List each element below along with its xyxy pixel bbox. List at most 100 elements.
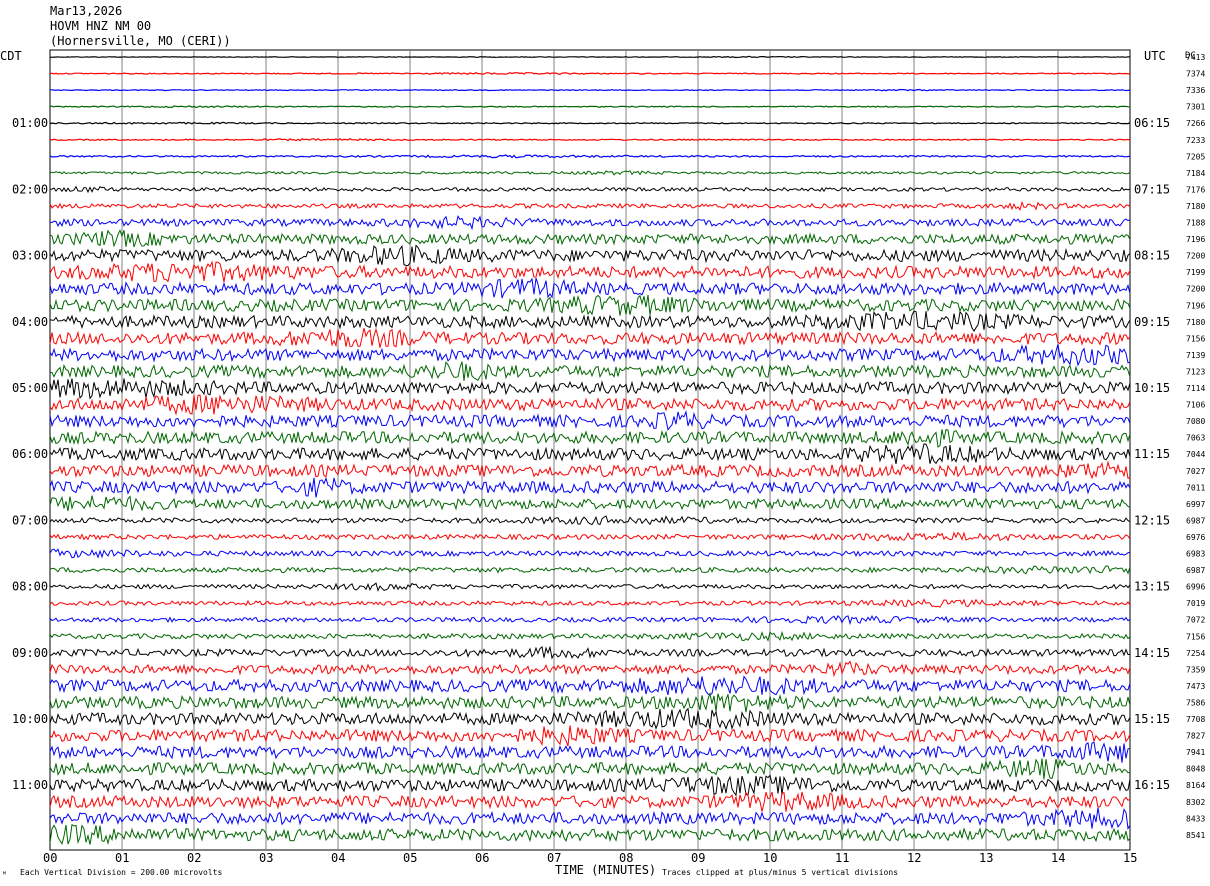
x-tick-label: 14 <box>1051 851 1065 865</box>
dc-offset-label: 7114 <box>1186 384 1205 393</box>
seismic-trace <box>49 105 1131 109</box>
seismic-trace <box>49 691 1131 713</box>
dc-offset-label: 7586 <box>1186 698 1205 707</box>
left-axis-label: CDT <box>0 49 22 63</box>
dc-offset-label: 7063 <box>1186 434 1205 443</box>
dc-offset-label: 7941 <box>1186 748 1205 757</box>
cdt-hour-label: 11:00 <box>12 778 48 792</box>
dc-offset-label: 8048 <box>1186 765 1205 774</box>
seismic-trace <box>49 327 1131 348</box>
seismic-trace <box>49 443 1131 465</box>
dc-offset-label: 7176 <box>1186 185 1205 194</box>
dc-offset-label: 7205 <box>1186 152 1205 161</box>
seismic-trace <box>49 229 1131 248</box>
dc-offset-label: 7200 <box>1186 252 1205 261</box>
dc-offset-label: 6987 <box>1186 516 1205 525</box>
utc-hour-label: 09:15 <box>1134 315 1170 329</box>
seismic-trace <box>49 294 1131 316</box>
header-location: (Hornersville, MO (CERI)) <box>50 34 231 48</box>
seismic-trace <box>49 361 1131 382</box>
seismic-trace <box>49 807 1131 831</box>
dc-offset-label: 7301 <box>1186 103 1205 112</box>
seismic-trace <box>49 630 1131 642</box>
x-tick-label: 09 <box>691 851 705 865</box>
seismic-trace <box>49 344 1131 367</box>
seismic-trace <box>49 582 1131 592</box>
seismic-traces <box>49 55 1131 846</box>
seismic-trace <box>49 200 1131 211</box>
dc-offset-label: 8433 <box>1186 814 1205 823</box>
dc-offset-label: 7156 <box>1186 632 1205 641</box>
header-station: HOVM HNZ NM 00 <box>50 19 151 33</box>
right-axis-label: UTC <box>1144 49 1166 63</box>
x-tick-label: 11 <box>835 851 849 865</box>
seismic-trace <box>49 758 1131 780</box>
x-tick-label: 06 <box>475 851 489 865</box>
utc-hour-label: 10:15 <box>1134 381 1170 395</box>
clip-note: Traces clipped at plus/minus 5 vertical … <box>662 868 898 877</box>
seismic-trace <box>49 215 1131 231</box>
dc-offset-label: 6997 <box>1186 500 1205 509</box>
seismic-trace <box>49 55 1131 59</box>
x-tick-label: 00 <box>43 851 57 865</box>
dc-offset-label: 7027 <box>1186 467 1205 476</box>
seismic-trace <box>49 707 1131 731</box>
seismic-trace <box>49 675 1131 696</box>
x-tick-label: 13 <box>979 851 993 865</box>
seismic-trace <box>49 170 1131 176</box>
seismic-trace <box>49 645 1130 660</box>
dc-offset-label: 7019 <box>1186 599 1205 608</box>
x-tick-label: 03 <box>259 851 273 865</box>
seismic-trace <box>49 378 1131 400</box>
utc-hour-label: 16:15 <box>1134 778 1170 792</box>
dc-offset-label: 7473 <box>1186 682 1205 691</box>
dc-offset-label: 7044 <box>1186 450 1205 459</box>
seismic-trace <box>49 260 1131 283</box>
seismic-trace <box>49 428 1131 448</box>
seismic-trace <box>49 725 1131 747</box>
dc-offset-label: 7254 <box>1186 649 1205 658</box>
dc-offset-label: 7106 <box>1186 401 1205 410</box>
plot-frame <box>49 49 1131 851</box>
dc-offset-label: 6987 <box>1186 566 1205 575</box>
utc-hour-label: 07:15 <box>1134 182 1170 196</box>
seismic-trace <box>49 137 1131 142</box>
seismic-trace <box>49 614 1131 626</box>
dc-offset-label: 8302 <box>1186 798 1205 807</box>
dc-offset-label: 7180 <box>1186 202 1205 211</box>
utc-hour-label: 14:15 <box>1134 646 1170 660</box>
dc-offset-label: 7200 <box>1186 285 1205 294</box>
dc-offset-label: 8541 <box>1186 831 1205 840</box>
seismic-trace <box>49 185 1131 194</box>
dc-offset-label: 7413 <box>1186 53 1205 62</box>
dc-offset-label: 8164 <box>1186 781 1205 790</box>
dc-offset-label: 7180 <box>1186 318 1205 327</box>
seismic-trace <box>49 460 1131 480</box>
dc-offset-label: 7199 <box>1186 268 1205 277</box>
dc-offset-label: 7072 <box>1186 616 1205 625</box>
seismic-trace <box>49 565 1131 575</box>
cdt-hour-label: 04:00 <box>12 315 48 329</box>
dc-offset-label: 7196 <box>1186 301 1205 310</box>
corner-mark: ᴹ <box>2 870 7 879</box>
utc-hour-label: 15:15 <box>1134 712 1170 726</box>
x-tick-label: 15 <box>1123 851 1137 865</box>
dc-offset-label: 7196 <box>1186 235 1205 244</box>
x-tick-label: 04 <box>331 851 345 865</box>
cdt-hour-label: 07:00 <box>12 513 48 527</box>
seismic-trace <box>49 741 1131 763</box>
dc-offset-label: 7266 <box>1186 119 1205 128</box>
seismic-trace <box>49 410 1131 431</box>
seismic-trace <box>50 88 1131 92</box>
dc-offset-label: 7139 <box>1186 351 1205 360</box>
cdt-hour-label: 03:00 <box>12 249 48 263</box>
cdt-hour-label: 01:00 <box>12 116 48 130</box>
dc-offset-label: 7708 <box>1186 715 1205 724</box>
utc-hour-label: 06:15 <box>1134 116 1170 130</box>
seismic-trace <box>49 791 1131 812</box>
dc-offset-label: 7123 <box>1186 367 1205 376</box>
cdt-hour-label: 09:00 <box>12 646 48 660</box>
dc-offset-label: 7827 <box>1186 732 1205 741</box>
header-date: Mar13,2026 <box>50 4 122 18</box>
dc-offset-label: 7188 <box>1186 219 1205 228</box>
